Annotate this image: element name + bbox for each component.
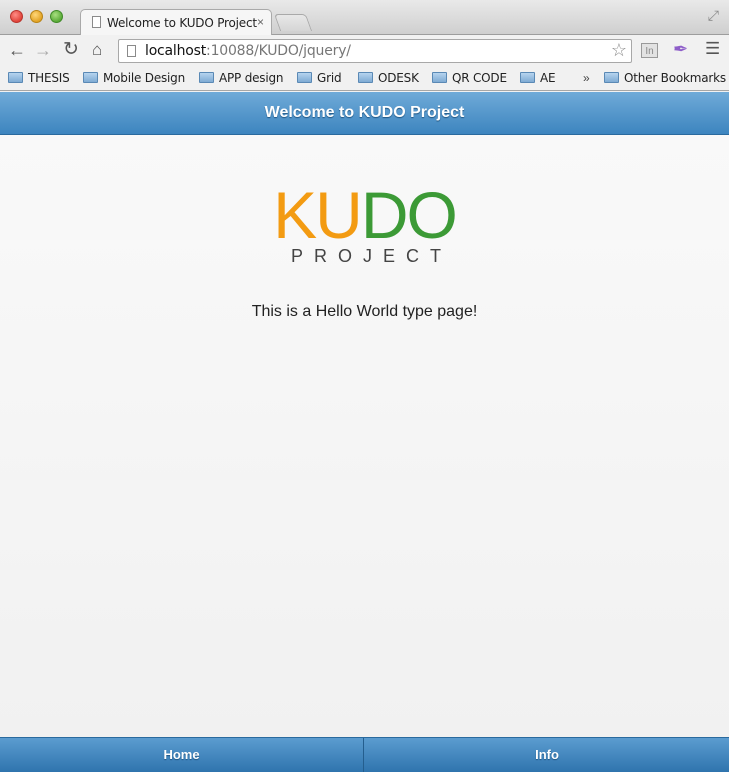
folder-icon xyxy=(520,72,535,83)
tab-strip: Welcome to KUDO Project × ⤢ xyxy=(0,0,729,36)
logo-subtitle: PROJECT xyxy=(290,246,452,266)
nav-info-button[interactable]: Info xyxy=(365,738,729,772)
bookmark-folder[interactable]: Grid xyxy=(297,71,342,85)
menu-icon[interactable]: ☰ xyxy=(705,39,720,59)
window-zoom-button[interactable] xyxy=(50,10,63,23)
bookmarks-overflow-button[interactable]: » xyxy=(583,71,590,85)
window-close-button[interactable] xyxy=(10,10,23,23)
logo-wordmark: KUDO xyxy=(273,178,458,252)
nav-home-button[interactable]: Home xyxy=(0,738,364,772)
folder-icon xyxy=(8,72,23,83)
page-icon xyxy=(127,45,136,57)
folder-icon xyxy=(358,72,373,83)
bookmark-folder[interactable]: QR CODE xyxy=(432,71,507,85)
folder-icon xyxy=(297,72,312,83)
folder-icon xyxy=(199,72,214,83)
page-header: Welcome to KUDO Project xyxy=(0,92,729,135)
home-icon[interactable]: ⌂ xyxy=(92,39,102,61)
quill-extension-icon[interactable]: ✒ xyxy=(673,39,688,60)
bookmark-folder[interactable]: Mobile Design xyxy=(83,71,185,85)
tab-close-icon[interactable]: × xyxy=(257,15,264,29)
page-icon xyxy=(92,16,101,28)
forward-arrow-icon[interactable]: → xyxy=(34,39,52,61)
back-arrow-icon[interactable]: ← xyxy=(8,39,26,61)
hello-text: This is a Hello World type page! xyxy=(251,303,478,320)
bookmark-folder[interactable]: ODESK xyxy=(358,71,419,85)
reload-icon[interactable]: ↻ xyxy=(63,39,79,61)
fullscreen-icon[interactable]: ⤢ xyxy=(708,7,719,24)
folder-icon xyxy=(604,72,619,83)
folder-icon xyxy=(83,72,98,83)
bookmark-star-icon[interactable]: ☆ xyxy=(611,40,627,61)
window-minimize-button[interactable] xyxy=(30,10,43,23)
address-bar[interactable]: localhost:10088/KUDO/jquery/ ☆ xyxy=(118,39,632,63)
bookmark-folder[interactable]: AE xyxy=(520,71,556,85)
bookmark-folder[interactable]: THESIS xyxy=(8,71,70,85)
other-bookmarks-folder[interactable]: Other Bookmarks xyxy=(604,71,726,85)
folder-icon xyxy=(432,72,447,83)
bookmark-folder[interactable]: APP design xyxy=(199,71,284,85)
page-title: Welcome to KUDO Project xyxy=(264,104,465,121)
bookmarks-bar: THESIS Mobile Design APP design Grid ODE… xyxy=(0,67,729,91)
kudo-logo: KUDO PROJECT xyxy=(0,178,729,267)
new-tab-button[interactable] xyxy=(273,14,313,31)
url-text[interactable]: localhost:10088/KUDO/jquery/ xyxy=(145,43,351,59)
extension-in-icon[interactable]: In xyxy=(641,43,658,58)
tab-title: Welcome to KUDO Project xyxy=(107,16,257,30)
browser-tab[interactable]: Welcome to KUDO Project × xyxy=(80,9,272,36)
browser-toolbar: ← → ↻ ⌂ localhost:10088/KUDO/jquery/ ☆ I… xyxy=(0,35,729,67)
bottom-navbar: Home Info xyxy=(0,737,729,772)
page-content: KUDO PROJECT This is a Hello World type … xyxy=(0,135,729,737)
